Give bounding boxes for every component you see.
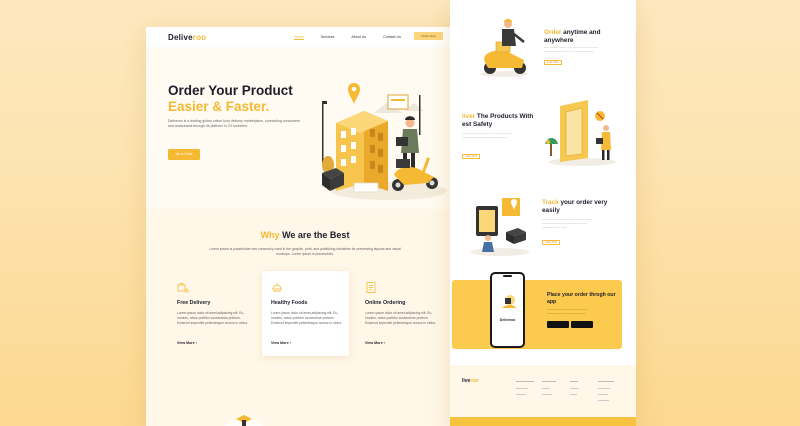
chevron-right-icon: › <box>289 341 291 345</box>
learn-more-button[interactable]: Learn More <box>544 60 562 65</box>
view-more-link[interactable]: View More › <box>177 341 197 345</box>
phone-notch <box>503 275 512 277</box>
feature-card-free-delivery: Free Delivery Lorem ipsum dolor sit amet… <box>168 271 255 356</box>
footer-column-heading <box>516 381 534 382</box>
footer-logo[interactable]: liveroo <box>462 378 478 384</box>
footer-link[interactable] <box>598 394 608 395</box>
card-title: Healthy Foods <box>271 300 308 306</box>
learn-more-button[interactable]: Learn More <box>542 240 560 245</box>
hero-title-line1: Order Your Product <box>168 83 293 98</box>
card-title: Free Delivery <box>177 300 211 306</box>
app-store-button[interactable] <box>571 321 593 328</box>
section-safety-accent: liver <box>462 113 476 120</box>
footer-link[interactable] <box>570 388 579 389</box>
order-clipboard-icon <box>366 282 376 293</box>
brand-logo[interactable]: Deliveroo <box>168 33 206 42</box>
section-safety-line2: est Safety <box>462 121 493 128</box>
tracking-illustration <box>470 198 530 256</box>
promo-title: Place your order throgh our app <box>547 292 616 305</box>
why-title-rest: We are the Best <box>282 230 350 240</box>
order-now-button[interactable]: Order Now <box>414 32 443 40</box>
chevron-right-icon: › <box>383 341 385 345</box>
chevron-right-icon: › <box>195 341 197 345</box>
nav-item-services[interactable]: Services <box>321 35 335 40</box>
footer-column-heading <box>598 381 614 382</box>
footer-column-heading <box>542 381 556 382</box>
footer-link[interactable] <box>598 400 609 401</box>
footer-bottom-bar <box>450 417 636 426</box>
secondary-page-mockup: Order anytime and anywhere —— ——— ——— ——… <box>450 0 636 426</box>
phone-mockup: Deliveroo <box>490 272 525 348</box>
door-delivery-illustration <box>545 100 616 166</box>
section-track-rest: your order very <box>558 199 608 206</box>
feature-card-online-ordering: Online Ordering Lorem ipsum dolor sit am… <box>356 271 443 356</box>
footer-link[interactable] <box>542 394 552 395</box>
delivery-illustration <box>322 83 447 200</box>
card-desc: Lorem ipsum dolor sit amet,adipiscing el… <box>365 311 436 325</box>
section-order-text: —— ——— ——— —— ———— ——— —— ——— ——— ——— —— … <box>544 46 598 53</box>
hero-title-line2: Easier & Faster. <box>168 99 270 114</box>
card-title: Online Ordering <box>365 300 406 306</box>
hero-paragraph: Deliveroo is a leading global online foo… <box>168 119 300 128</box>
main-page-mockup: Deliveroo Home Services About Us Contact… <box>146 27 464 426</box>
app-promo-banner: Place your order throgh our app ———— ———… <box>452 280 622 349</box>
nav-item-contact[interactable]: Contact Us <box>383 35 401 40</box>
footer-link[interactable] <box>570 394 577 395</box>
section-order-title: Order anytime and anywhere <box>544 29 624 45</box>
learn-more-button[interactable]: Learn More <box>462 154 480 159</box>
footer-link[interactable] <box>542 388 550 389</box>
nav-links: Home Services About Us Contact Us <box>294 35 401 40</box>
view-more-label: View More <box>365 341 383 345</box>
delivery-bag-icon <box>177 283 189 293</box>
section-track-title: Track your order very easily <box>542 199 624 215</box>
section-safety-rest: The Products With <box>475 113 534 120</box>
next-mockup-peek <box>225 415 263 426</box>
footer-link[interactable] <box>516 388 528 389</box>
feature-card-healthy-foods: Healthy Foods Lorem ipsum dolor sit amet… <box>262 271 349 356</box>
scooter-illustration <box>480 19 528 77</box>
footer-link[interactable] <box>516 394 526 395</box>
footer-column-heading <box>570 381 578 382</box>
go-to-order-button[interactable]: Go to Order <box>168 149 200 160</box>
footer-link[interactable] <box>598 388 610 389</box>
why-section: Why We are the Best Lorem ipsum is place… <box>146 209 464 426</box>
nav-item-about[interactable]: About Us <box>351 35 366 40</box>
logo-text: Delive <box>168 33 193 42</box>
section-order-accent: Order <box>544 29 562 36</box>
why-subtitle: Lorem ipsum is placeholder text commonly… <box>209 247 401 256</box>
google-play-button[interactable] <box>547 321 569 328</box>
view-more-label: View More <box>271 341 289 345</box>
top-navbar: Deliveroo Home Services About Us Contact… <box>146 27 464 47</box>
card-desc: Lorem ipsum dolor sit amet,adipiscing el… <box>177 311 248 325</box>
section-safety-title: liver The Products With est Safety <box>462 113 552 129</box>
view-more-label: View More <box>177 341 195 345</box>
promo-text: ———— ——— ——— ——— ——— ——— ——— —— ——— ———— <box>547 308 588 315</box>
hero-section: Order Your Product Easier & Faster. Deli… <box>146 47 464 209</box>
section-safety-text: ——— ——— ———— —— ——— ——— ——— —— ——— ——— ——… <box>462 132 513 139</box>
section-track-accent: Track <box>542 199 559 206</box>
section-track-text: ——— ——— ———— —— ——— ——— ——— —— ——— ——— ——… <box>542 218 593 229</box>
phone-screen-illustration <box>502 295 516 308</box>
card-desc: Lorem ipsum dolor sit amet,adipiscing el… <box>271 311 342 325</box>
logo-accent-text: roo <box>192 33 207 42</box>
view-more-link[interactable]: View More › <box>271 341 291 345</box>
view-more-link[interactable]: View More › <box>365 341 385 345</box>
why-title: Why We are the Best <box>146 230 464 240</box>
food-tray-icon <box>272 283 282 292</box>
footer-logo-accent: roo <box>470 378 479 384</box>
hero-title: Order Your Product Easier & Faster. <box>168 83 328 115</box>
section-track-line2: easily <box>542 207 560 214</box>
nav-item-home[interactable]: Home <box>294 35 304 40</box>
phone-app-logo: Deliveroo <box>499 318 516 322</box>
why-title-accent: Why <box>260 230 280 240</box>
